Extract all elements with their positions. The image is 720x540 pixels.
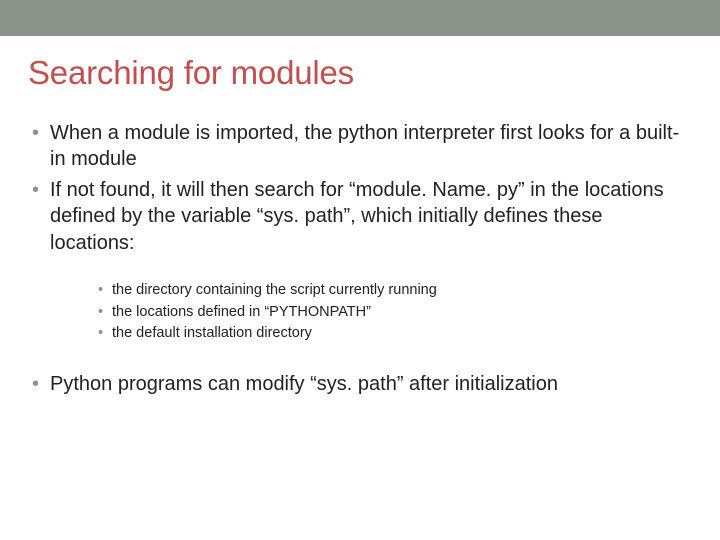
bullet-item: Python programs can modify “sys. path” a… bbox=[32, 371, 692, 397]
bullet-item: If not found, it will then search for “m… bbox=[32, 177, 692, 256]
top-bar bbox=[0, 0, 720, 36]
slide: Searching for modules When a module is i… bbox=[0, 0, 720, 540]
sub-bullet-item: the default installation directory bbox=[98, 323, 692, 345]
bullet-item: When a module is imported, the python in… bbox=[32, 120, 692, 173]
sub-bullet-list: the directory containing the script curr… bbox=[98, 280, 692, 345]
main-bullet-list: When a module is imported, the python in… bbox=[32, 120, 692, 256]
slide-title: Searching for modules bbox=[28, 54, 692, 92]
main-bullet-list-2: Python programs can modify “sys. path” a… bbox=[32, 371, 692, 397]
sub-bullet-item: the locations defined in “PYTHONPATH” bbox=[98, 302, 692, 324]
slide-content: Searching for modules When a module is i… bbox=[0, 36, 720, 398]
sub-bullet-item: the directory containing the script curr… bbox=[98, 280, 692, 302]
